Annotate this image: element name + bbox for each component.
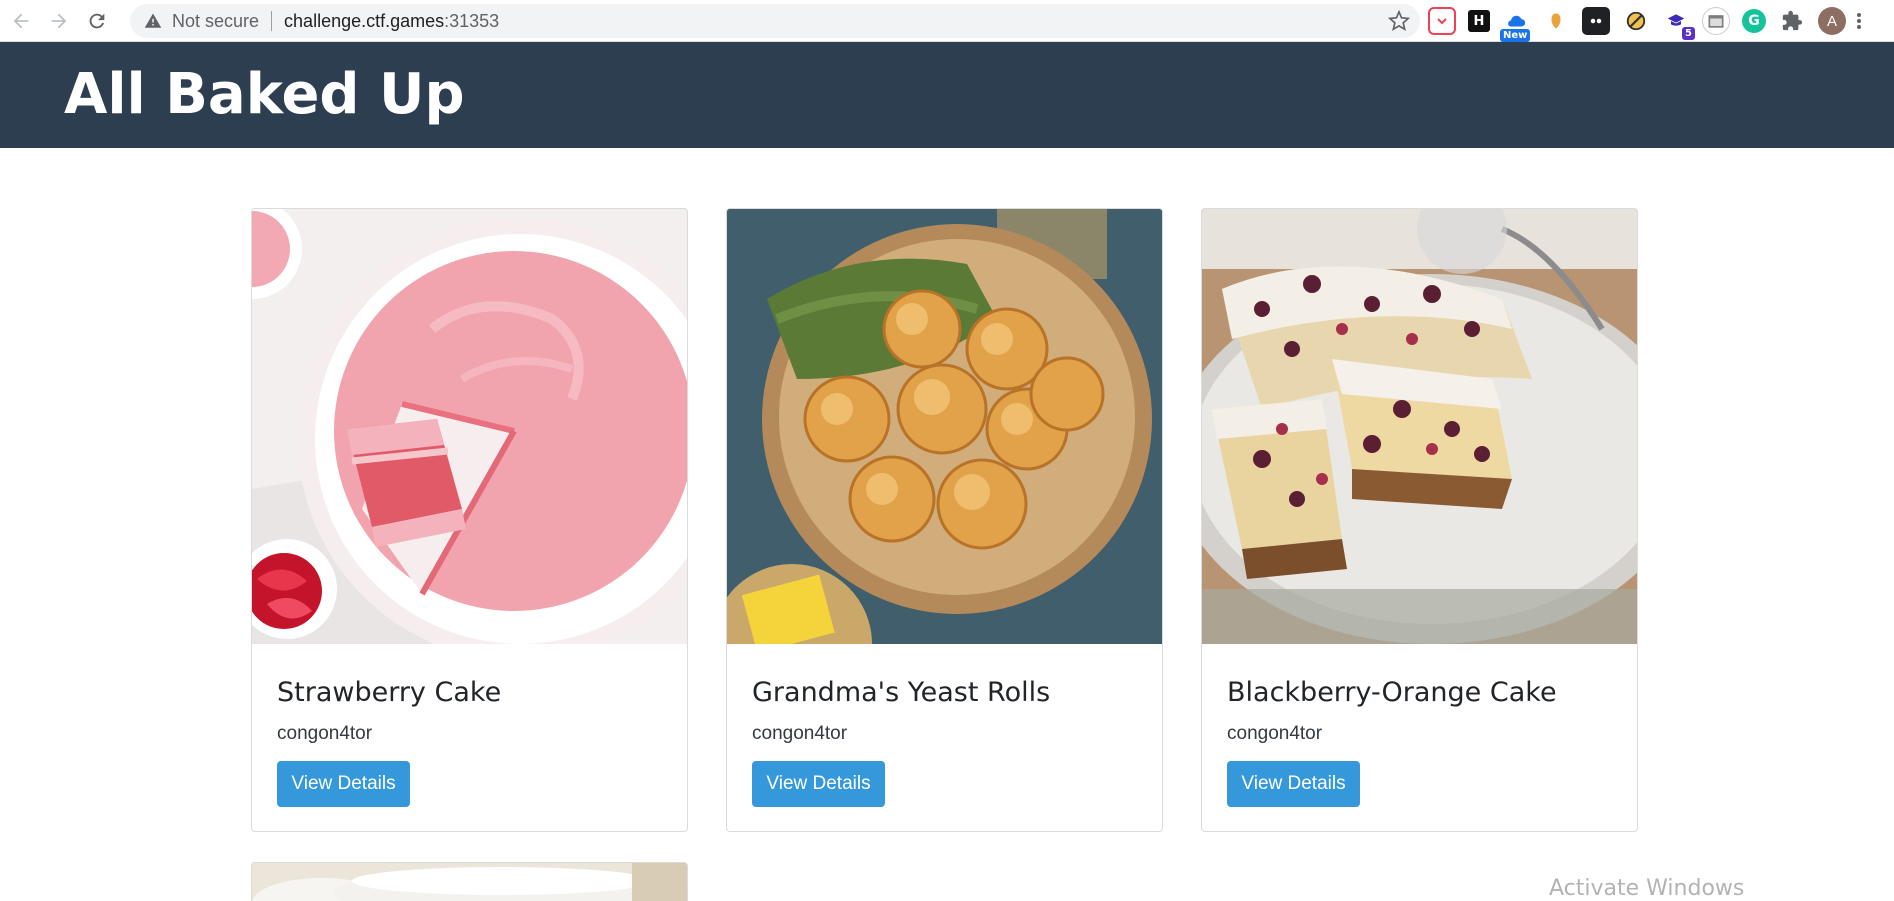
view-details-button[interactable]: View Details <box>752 761 885 807</box>
block-icon[interactable] <box>1622 7 1650 35</box>
recipe-author: congon4tor <box>277 723 373 744</box>
cloud-icon[interactable]: New <box>1500 7 1531 42</box>
recipe-title[interactable]: Grandma's Yeast Rolls <box>752 677 1050 708</box>
grammarly-icon[interactable]: G <box>1742 9 1766 33</box>
arrow-right-icon <box>51 13 67 28</box>
recipe-card: Blackberry-Orange Cake congon4tor View D… <box>1201 208 1638 832</box>
site-title[interactable]: All Baked Up <box>64 63 465 127</box>
recipe-author: congon4tor <box>752 723 848 744</box>
new-badge: New <box>1500 29 1531 42</box>
arrow-left-icon <box>13 13 29 28</box>
url-port: :31353 <box>444 10 500 31</box>
url-host: challenge.ctf.games <box>284 10 445 31</box>
recipe-image[interactable] <box>727 209 1162 644</box>
reload-icon <box>89 13 105 28</box>
recipe-title[interactable]: Blackberry-Orange Cake <box>1227 677 1557 708</box>
view-details-button[interactable]: View Details <box>277 761 410 807</box>
count-badge: 5 <box>1682 27 1695 40</box>
yeast-rolls-image <box>727 209 1162 644</box>
menu-icon[interactable] <box>1856 10 1862 32</box>
reload-button[interactable] <box>80 4 114 38</box>
recipe-author: congon4tor <box>1227 723 1323 744</box>
theme-icon[interactable] <box>1582 7 1610 35</box>
recipe-image[interactable] <box>1202 209 1637 644</box>
address-bar[interactable]: Not secure challenge.ctf.games:31353 <box>130 4 1420 38</box>
shield-icon[interactable] <box>1542 7 1570 35</box>
security-label[interactable]: Not secure <box>172 11 259 32</box>
profile-avatar[interactable]: A <box>1818 7 1846 35</box>
back-button[interactable] <box>4 4 38 38</box>
activate-windows-watermark: Activate Windows <box>1549 876 1745 901</box>
recipe-image-partial <box>252 863 687 901</box>
extensions-bar: H New 5 G A <box>1428 4 1862 42</box>
url-text[interactable]: challenge.ctf.games:31353 <box>284 11 499 32</box>
recipe-card: Grandma's Yeast Rolls congon4tor View De… <box>726 208 1163 832</box>
browser-toolbar: Not secure challenge.ctf.games:31353 H N… <box>0 0 1894 42</box>
site-header: All Baked Up <box>0 42 1894 148</box>
view-details-button[interactable]: View Details <box>1227 761 1360 807</box>
pocket-icon[interactable] <box>1428 7 1456 35</box>
blackberry-cake-image <box>1202 209 1637 644</box>
hackerone-icon[interactable]: H <box>1468 10 1490 32</box>
recipe-image[interactable] <box>252 209 687 644</box>
recipe-image[interactable] <box>252 863 687 901</box>
recipe-card: Strawberry Cake congon4tor View Details <box>251 208 688 832</box>
recipe-title[interactable]: Strawberry Cake <box>277 677 501 708</box>
forward-button[interactable] <box>42 4 76 38</box>
warning-icon[interactable] <box>142 10 164 32</box>
star-icon[interactable] <box>1388 10 1410 32</box>
badge-icon[interactable]: 5 <box>1662 7 1695 40</box>
calendar-icon[interactable] <box>1702 7 1730 35</box>
puzzle-icon[interactable] <box>1778 7 1806 35</box>
recipe-card <box>251 862 688 901</box>
strawberry-cake-image <box>252 209 687 644</box>
omnibox-divider <box>271 11 273 31</box>
